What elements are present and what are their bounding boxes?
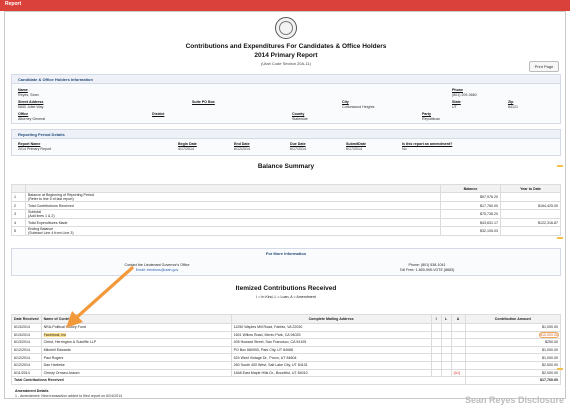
circled-amount: $10,000.00 — [539, 332, 559, 338]
reporting-period-panel: Reporting Period Details Report Name 2014… — [11, 129, 561, 156]
window-titlebar: Report — [0, 0, 570, 11]
office-field: Office Attorney General — [18, 112, 46, 121]
county-field: County Statewide — [292, 112, 308, 121]
report-title: Contributions and Expenditures For Candi… — [185, 43, 387, 50]
phone-field: Phone (801) 209-3660 — [452, 88, 477, 97]
state-field: State UT — [452, 100, 461, 109]
balance-summary-title: Balance Summary — [257, 163, 315, 170]
report-subtitle: 2014 Primary Report — [254, 52, 318, 59]
report-code: (Utah Code Section 20A-11) — [261, 61, 311, 66]
period-section-title: Reporting Period Details — [12, 130, 560, 139]
end-date-field: End Date 6/12/2014 — [234, 142, 250, 151]
table-row: 6/12/2014 Dan Harbeke 260 South 400 West, … — [11, 360, 562, 370]
candidate-section-title: Candidate & Office Holders Information — [12, 75, 560, 84]
begin-date-field: Begin Date 4/17/2014 — [178, 142, 197, 151]
candidate-info-panel: Candidate & Office Holders Information N… — [11, 74, 561, 124]
margin-marker — [557, 237, 563, 239]
name-field: Name Reyes, Sean — [18, 88, 39, 97]
balance-row: 2 Total Contributions Received $17,760.00… — [11, 201, 561, 210]
district-field: District — [152, 112, 165, 116]
window-title: Report — [5, 1, 22, 7]
balance-row: 4 Total Expenditures Made $43,631.17 $122,… — [11, 218, 561, 227]
table-row: 6/11/2014 Christy Ornaeu Assom 1848 East M… — [11, 368, 562, 378]
street-field: Street Address 6840 Juliet Way — [18, 100, 44, 109]
due-date-field: Due Date 6/17/2014 — [290, 142, 306, 151]
balance-row: 5 Ending Balance (Subtract Line 4 from Li… — [11, 226, 561, 236]
balance-summary-table: Balance Year to Date 1 Balance at Beginn… — [11, 184, 561, 236]
city-field: City Cottonwood Heights — [342, 100, 375, 109]
itemized-title: Itemized Contributions Received — [235, 285, 337, 292]
report-page: Contributions and Expenditures For Candi… — [4, 11, 566, 399]
highlighted-contributor: Facebook, Inc — [43, 332, 67, 337]
table-row: 6/13/2014 Facebook, Inc 1601 Willow Road… — [11, 330, 562, 340]
table-row: 6/12/2014 Paul Rogers 524 West Vintage Dr.… — [11, 353, 562, 362]
amendment-marker[interactable]: [A1] — [450, 368, 466, 378]
balance-row: 3 Subtotal (Add lines 1 & 2) $75,736.20 — [11, 209, 561, 219]
submit-date-field: SubmitDate 6/17/2014 — [346, 142, 366, 151]
contact-left: Contact the Lieutenant Governor's Office… — [72, 263, 242, 272]
balance-row: 1 Balance at Beginning of Reporting Peri… — [11, 192, 561, 202]
state-seal-logo — [275, 17, 297, 39]
margin-marker — [557, 368, 563, 370]
more-info-panel: For More Information Contact the Lieuten… — [11, 248, 561, 276]
suite-field: Suite PO Box — [192, 100, 215, 104]
zip-field: Zip 84121 — [508, 100, 518, 109]
table-row: 6/13/2014 Christ, Herrington & Sutcliffe … — [11, 338, 562, 347]
contact-right: Phone: (801) 538-1041 Toll Free: 1-800-9… — [399, 263, 455, 272]
table-row: 6/13/2014 NRA-Political Victory Fund 11250… — [11, 323, 562, 332]
margin-marker — [557, 165, 563, 167]
contributions-table: Date Received Name of Contributor Comple… — [11, 314, 562, 385]
amendment-details: Amendment Details 1 - Amendment: New tra… — [15, 389, 123, 398]
report-name-field: Report Name 2014 Primary Report — [18, 142, 52, 151]
party-field: Party Republican — [422, 112, 440, 121]
itemized-legend: I = In Kind, L = Loan, A = Amendment — [256, 295, 316, 299]
more-info-title: For More Information — [265, 251, 307, 256]
total-row: Total Contributions Received $17,760.00 — [11, 376, 562, 385]
image-caption: Sean Reyes Disclosure — [464, 395, 564, 405]
print-page-button[interactable]: Print Page — [529, 61, 559, 72]
amendment-field[interactable]: Is this report an amendment? No — [402, 142, 452, 151]
email-link[interactable]: Email: elections@utah.gov — [72, 268, 242, 273]
table-row: 6/12/2014 Mitchell Edwards PO Box 680900, … — [11, 345, 562, 355]
